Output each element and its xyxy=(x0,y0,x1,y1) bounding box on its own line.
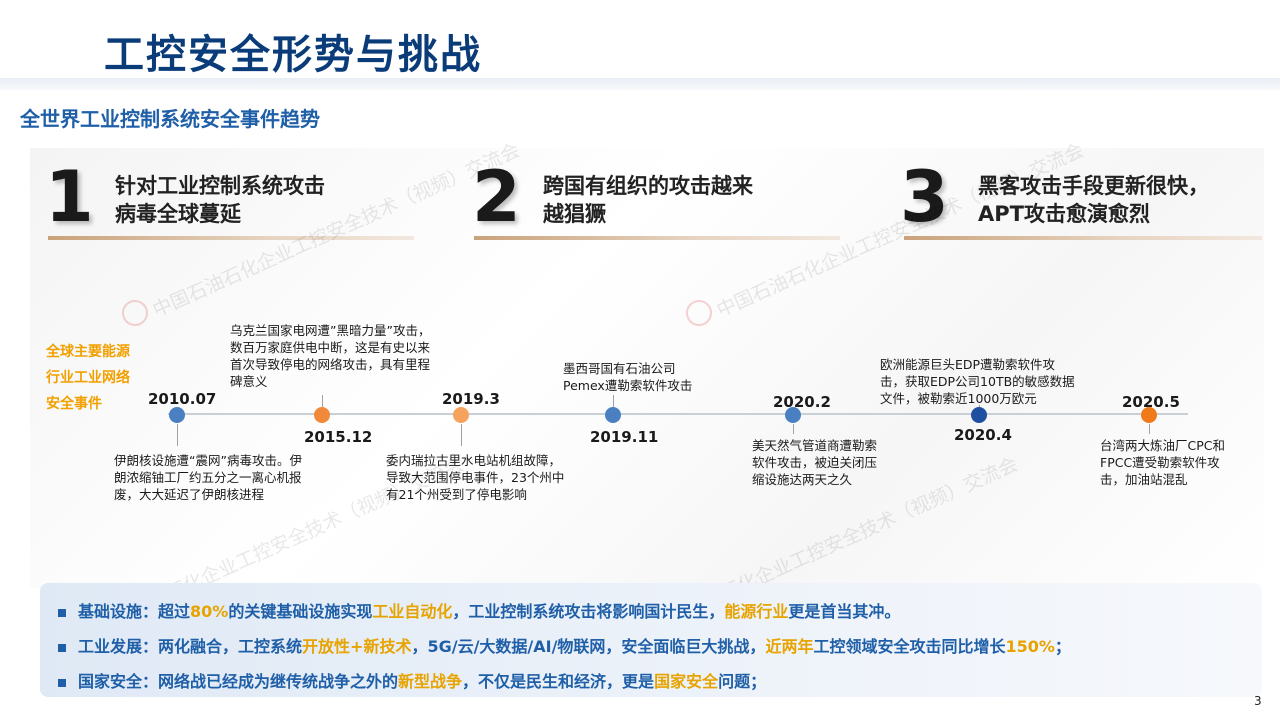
watermark-logo-icon xyxy=(122,300,148,326)
bullet-highlight: 近两年 xyxy=(765,637,814,656)
event-desc-line: 欧洲能源巨头EDP遭勒索软件攻 xyxy=(880,357,1056,372)
bullet-highlight: 150% xyxy=(1005,637,1055,656)
event-desc-2019-11: 墨西哥国有石油公司 Pemex遭勒索软件攻击 xyxy=(563,360,743,394)
event-year-2020-2: 2020.2 xyxy=(773,393,831,411)
timeline-dot xyxy=(169,407,185,423)
title-divider xyxy=(0,78,1280,90)
bullet-highlight: 能源行业 xyxy=(724,602,789,621)
bullet-text: 更是首当其冲。 xyxy=(788,602,901,621)
event-desc-line: 碑意义 xyxy=(230,374,268,389)
bullet-highlight: 80% xyxy=(190,602,229,621)
event-desc-line: 击，获取EDP公司10TB的敏感数据 xyxy=(880,374,1075,389)
page-title: 工控安全形势与挑战 xyxy=(104,32,482,78)
event-desc-line: 台湾两大炼油厂CPC和 xyxy=(1100,438,1225,453)
bullet-text: 问题； xyxy=(718,672,767,691)
trend-2-line1: 跨国有组织的攻击越来 xyxy=(543,174,753,198)
watermark-logo-icon xyxy=(686,300,712,326)
bullet-industry: 工业发展：两化融合，工控系统开放性+新技术，5G/云/大数据/AI/物联网，安全… xyxy=(58,633,1071,657)
event-desc-line: 废，大大延迟了伊朗核进程 xyxy=(114,487,265,502)
side-label-line2: 行业工业网络 xyxy=(46,370,130,386)
event-desc-2020-2: 美天然气管道商遭勒索 软件攻击，被迫关闭压 缩设施达两天之久 xyxy=(752,437,922,488)
event-desc-2015-12: 乌克兰国家电网遭”黑暗力量”攻击， 数百万家庭供电中断，这是有史以来 首次导致停… xyxy=(230,322,470,390)
bullet-text: 两化融合，工控系统 xyxy=(158,637,303,656)
timeline-dot xyxy=(971,407,987,423)
event-desc-line: 数百万家庭供电中断，这是有史以来 xyxy=(230,340,431,355)
bullet-text: 工控领域安全攻击同比增长 xyxy=(813,637,1006,656)
event-desc-line: 击，加油站混乱 xyxy=(1100,472,1188,487)
event-desc-2010-07: 伊朗核设施遭“震网”病毒攻击。伊 朗浓缩铀工厂约五分之一离心机报 废，大大延迟了… xyxy=(114,452,354,503)
event-desc-2020-5: 台湾两大炼油厂CPC和 FPCC遭受勒索软件攻 击，加油站混乱 xyxy=(1100,437,1260,488)
event-desc-line: 朗浓缩铀工厂约五分之一离心机报 xyxy=(114,470,302,485)
timeline-connector xyxy=(793,424,794,434)
event-desc-line: FPCC遭受勒索软件攻 xyxy=(1100,455,1220,470)
trend-2-underline xyxy=(474,236,840,240)
trend-1-line2: 病毒全球蔓延 xyxy=(115,202,241,226)
timeline-connector xyxy=(177,424,178,446)
event-desc-line: 首次导致停电的网络攻击，具有里程 xyxy=(230,357,431,372)
bullet-text: ，不仅是民生和经济，更是 xyxy=(462,672,655,691)
bullet-text: ，5G/云/大数据/AI/物联网，安全面临巨大挑战， xyxy=(411,637,766,656)
timeline-dot xyxy=(314,407,330,423)
trend-3-line2: APT攻击愈演愈烈 xyxy=(978,202,1150,226)
timeline-connector xyxy=(322,395,323,407)
event-year-2019-11: 2019.11 xyxy=(590,428,659,446)
trend-1-line1: 针对工业控制系统攻击 xyxy=(115,174,325,198)
bullet-national-security: 国家安全：网络战已经成为继传统战争之外的新型战争，不仅是民生和经济，更是国家安全… xyxy=(58,668,766,692)
event-year-2015-12: 2015.12 xyxy=(304,428,373,446)
event-desc-line: 美天然气管道商遭勒索 xyxy=(752,438,878,453)
side-label-line3: 安全事件 xyxy=(46,396,102,412)
bullet-text: ； xyxy=(1054,637,1071,656)
trend-number-1: 1 xyxy=(45,156,94,238)
event-desc-line: 软件攻击，被迫关闭压 xyxy=(752,455,878,470)
event-year-2010-07: 2010.07 xyxy=(148,390,217,408)
bullet-highlight: 开放性+新技术 xyxy=(302,637,412,656)
event-year-2019-3: 2019.3 xyxy=(442,390,500,408)
bullet-text: 的关键基础设施实现 xyxy=(228,602,373,621)
timeline-connector xyxy=(613,395,614,407)
side-label-line1: 全球主要能源 xyxy=(46,344,130,360)
bullet-text: ，工业控制系统攻击将影响国计民生， xyxy=(452,602,725,621)
bullet-highlight: 国家安全 xyxy=(654,672,719,691)
event-desc-line: Pemex遭勒索软件攻击 xyxy=(563,378,693,393)
event-desc-2020-4: 欧洲能源巨头EDP遭勒索软件攻 击，获取EDP公司10TB的敏感数据 文件，被勒… xyxy=(880,356,1110,407)
timeline-dot xyxy=(785,407,801,423)
bullet-label: 基础设施： xyxy=(78,602,159,621)
event-desc-line: 乌克兰国家电网遭”黑暗力量”攻击， xyxy=(230,323,431,338)
bullet-text: 超过 xyxy=(158,602,191,621)
bullet-infrastructure: 基础设施：超过80%的关键基础设施实现工业自动化，工业控制系统攻击将影响国计民生… xyxy=(58,598,900,622)
event-desc-line: 墨西哥国有石油公司 xyxy=(563,361,676,376)
section-subtitle: 全世界工业控制系统安全事件趋势 xyxy=(20,107,320,131)
timeline-dot xyxy=(605,407,621,423)
bullet-square-icon xyxy=(58,643,66,652)
timeline-connector xyxy=(1149,424,1150,434)
timeline-connector xyxy=(461,424,462,446)
bullet-label: 工业发展： xyxy=(78,637,159,656)
timeline-dot xyxy=(1141,407,1157,423)
timeline-dot xyxy=(453,407,469,423)
bullet-label: 国家安全： xyxy=(78,672,159,691)
bullet-highlight: 工业自动化 xyxy=(372,602,453,621)
trend-1-underline xyxy=(48,236,414,240)
trend-3-underline xyxy=(904,236,1262,240)
bullet-highlight: 新型战争 xyxy=(398,672,463,691)
trend-2-line2: 越猖獗 xyxy=(543,202,606,226)
event-desc-line: 文件，被勒索近1000万欧元 xyxy=(880,391,1037,406)
bullet-text: 网络战已经成为继传统战争之外的 xyxy=(158,672,399,691)
bullet-square-icon xyxy=(58,678,66,687)
bullet-square-icon xyxy=(58,608,66,617)
event-year-2020-4: 2020.4 xyxy=(954,426,1012,444)
page-number: 3 xyxy=(1254,694,1262,708)
event-desc-line: 缩设施达两天之久 xyxy=(752,472,853,487)
event-desc-line: 伊朗核设施遭“震网”病毒攻击。伊 xyxy=(114,453,302,468)
